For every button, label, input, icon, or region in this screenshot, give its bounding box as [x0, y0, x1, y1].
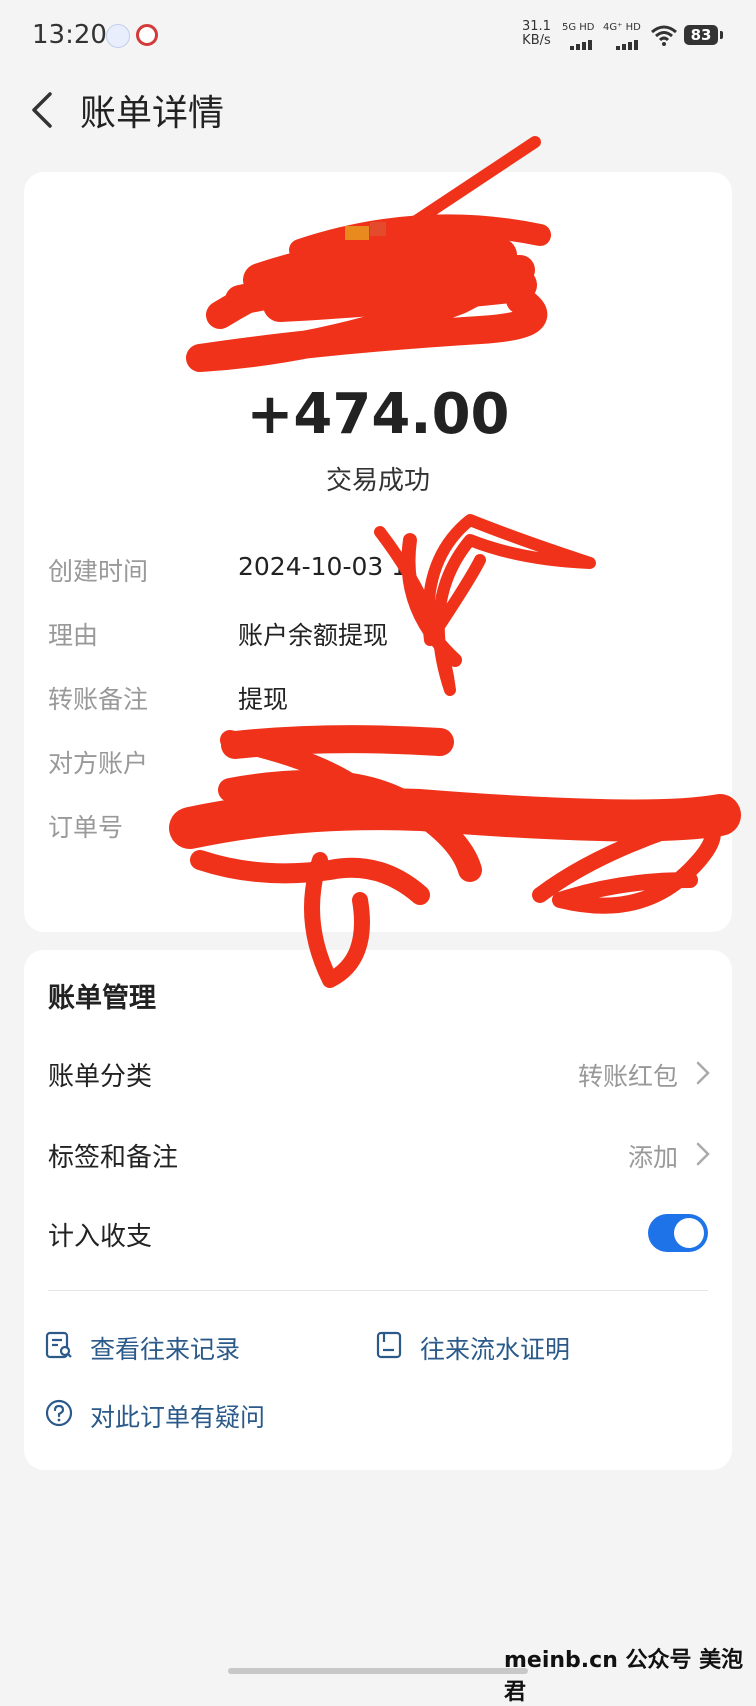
- order-number-label: 订单号: [48, 813, 124, 842]
- battery-indicator: 83: [684, 25, 723, 45]
- category-label: 账单分类: [48, 1062, 153, 1092]
- category-value: 转账红包: [577, 1062, 678, 1091]
- amount: +474.00: [246, 382, 510, 447]
- view-records-link[interactable]: 查看往来记录: [44, 1326, 324, 1366]
- counterparty-label: 对方账户: [48, 749, 149, 778]
- wifi-icon: [651, 25, 677, 46]
- order-question-link[interactable]: 对此订单有疑问: [44, 1394, 344, 1434]
- net-speed-unit: KB/s: [522, 33, 551, 48]
- chevron-left-icon: [32, 92, 52, 128]
- transfer-note-value: 提现: [238, 685, 289, 714]
- metro-notification-icon: [136, 24, 158, 46]
- divider: [48, 1290, 708, 1291]
- back-button[interactable]: [24, 86, 64, 134]
- category-row[interactable]: 账单分类 转账红包: [24, 1044, 732, 1104]
- sim2-label: 4G⁺ HD: [603, 22, 641, 33]
- net-speed-value: 31.1: [522, 19, 551, 34]
- toggle-knob: [674, 1218, 704, 1248]
- sim1-label: 5G HD: [562, 22, 595, 33]
- chevron-right-icon: [696, 1061, 710, 1085]
- top-bar: 账单详情: [0, 80, 756, 140]
- section-title: 账单管理: [48, 983, 156, 1014]
- home-indicator[interactable]: [228, 1668, 528, 1674]
- chevron-right-icon: [696, 1142, 710, 1166]
- page-title: 账单详情: [80, 93, 225, 134]
- bill-management-card: 账单管理 账单分类 转账红包 标签和备注 添加 计入收支 查看往来记录 往来流水…: [24, 950, 732, 1470]
- document-icon: [376, 1331, 402, 1359]
- include-in-stats-toggle[interactable]: [648, 1214, 708, 1252]
- statement-proof-text: 往来流水证明: [420, 1335, 571, 1364]
- transaction-status: 交易成功: [325, 466, 430, 496]
- include-in-stats-row: 计入收支: [24, 1204, 732, 1264]
- sim1-signal-icon: [570, 40, 592, 50]
- sim2-signal-icon: [616, 40, 638, 50]
- question-icon: [45, 1399, 73, 1427]
- status-bar: 13:20 31.1 KB/s 5G HD 4G⁺ HD 83: [0, 0, 756, 70]
- tags-notes-value: 添加: [627, 1143, 678, 1172]
- transfer-note-label: 转账备注: [48, 685, 149, 714]
- order-question-text: 对此订单有疑问: [90, 1403, 266, 1432]
- created-time-label: 创建时间: [48, 557, 149, 586]
- watermark: meinb.cn 公众号 美泡君: [504, 1648, 744, 1705]
- statement-proof-link[interactable]: 往来流水证明: [374, 1326, 654, 1366]
- tags-notes-label: 标签和备注: [48, 1143, 179, 1173]
- app-notification-icon: [106, 24, 130, 48]
- reason-label: 理由: [48, 621, 99, 650]
- status-time: 13:20: [32, 20, 107, 50]
- include-in-stats-label: 计入收支: [48, 1222, 153, 1252]
- reason-value: 账户余额提现: [238, 621, 389, 650]
- bill-summary-card: +474.00 交易成功 创建时间 2024-10-03 1 理由 账户余额提现…: [24, 172, 732, 932]
- created-time-value: 2024-10-03 1: [238, 552, 408, 581]
- tags-notes-row[interactable]: 标签和备注 添加: [24, 1125, 732, 1185]
- view-records-text: 查看往来记录: [90, 1335, 241, 1364]
- records-search-icon: [45, 1331, 72, 1359]
- network-speed: 31.1 KB/s: [522, 20, 551, 48]
